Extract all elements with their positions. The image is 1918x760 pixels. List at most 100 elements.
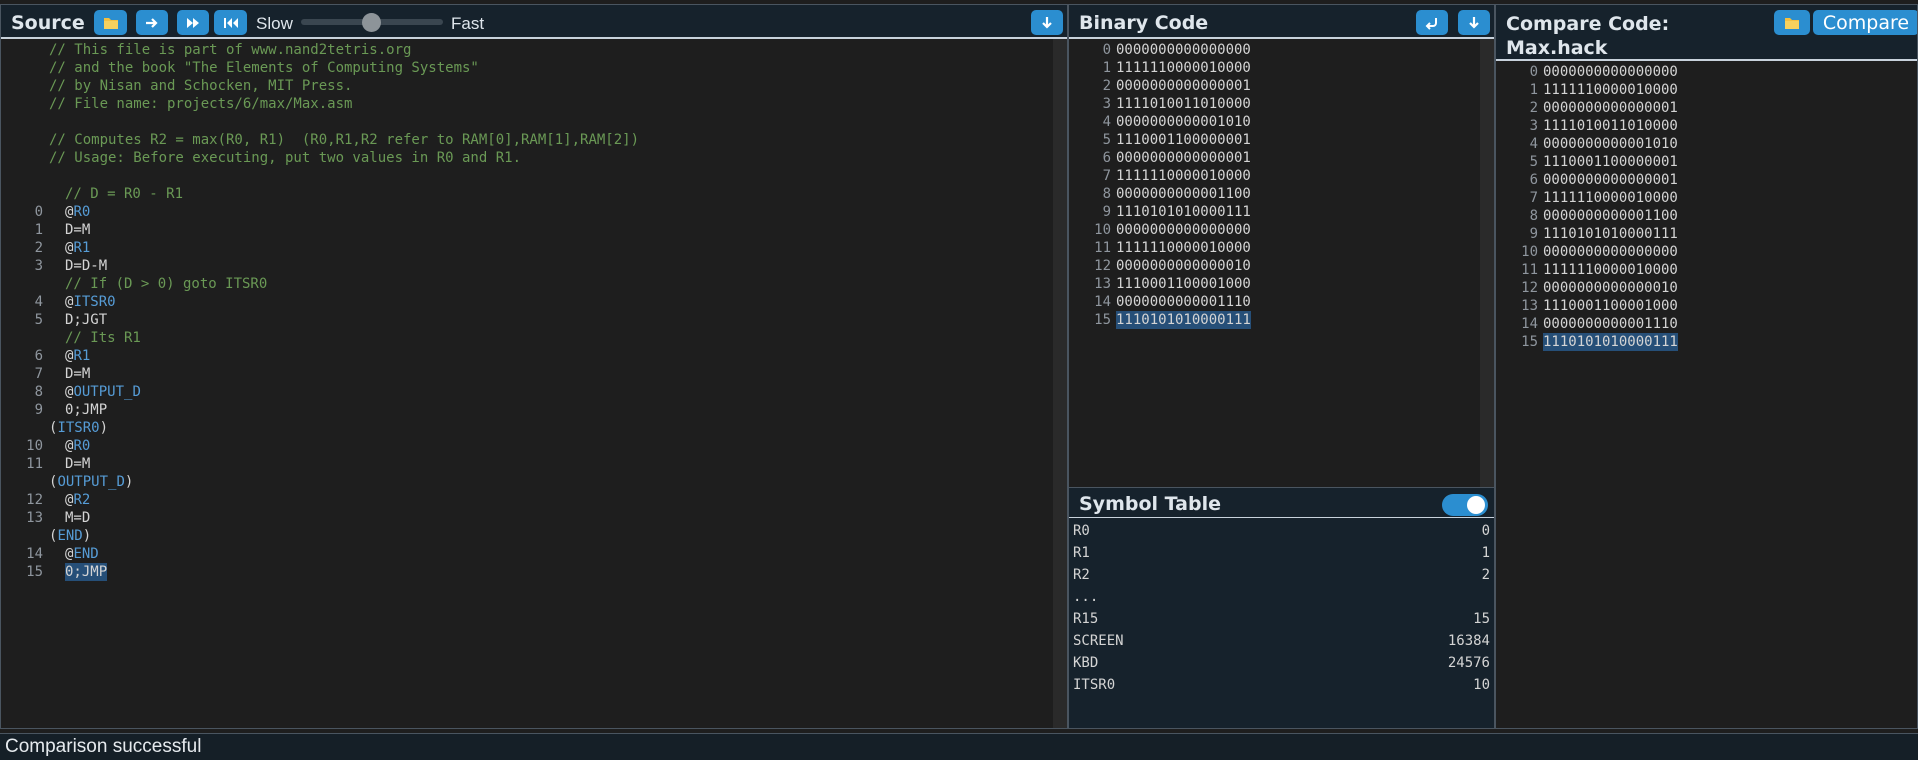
row-number: 3 — [1529, 118, 1538, 134]
row-number: 15 — [1094, 312, 1111, 328]
label-name: OUTPUT_D — [57, 474, 125, 490]
binary-value: 0000000000000010 — [1116, 258, 1251, 274]
source-title: Source — [11, 12, 85, 34]
code-line: 14 @END — [1, 545, 1053, 563]
code-line: 8 @OUTPUT_D — [1, 383, 1053, 401]
code-text: 0;JMP — [65, 402, 108, 418]
symbol-value: 1 — [1481, 545, 1490, 561]
line-number: 3 — [34, 258, 43, 274]
code-line: (END) — [1, 527, 1053, 545]
binary-row: 0 0000000000000000 — [1069, 41, 1480, 59]
binary-row: 3 1111010011010000 — [1496, 117, 1917, 135]
open-file-button[interactable] — [94, 10, 127, 35]
symbol-name: R1 — [1073, 545, 1090, 561]
binary-value: 0000000000001010 — [1116, 114, 1251, 130]
run-button[interactable] — [177, 10, 209, 35]
code-text: @R0 — [65, 437, 90, 455]
row-number: 0 — [1529, 64, 1538, 80]
binary-value: 1110001100000001 — [1116, 132, 1251, 148]
line-number: 7 — [34, 366, 43, 382]
compare-title-line2: Max.hack — [1506, 37, 1608, 59]
reset-button[interactable] — [214, 10, 247, 35]
step-button[interactable] — [136, 10, 168, 35]
code-line: // If (D > 0) goto ITSR0 — [1, 275, 1053, 293]
binary-value: 0000000000000001 — [1116, 150, 1251, 166]
binary-value: 0000000000000001 — [1543, 172, 1678, 188]
code-text: // If (D > 0) goto ITSR0 — [65, 276, 268, 292]
binary-value: 0000000000001100 — [1543, 208, 1678, 224]
speed-slider-thumb[interactable] — [362, 13, 381, 32]
code-text: @OUTPUT_D — [65, 383, 141, 401]
binary-row: 5 1110001100000001 — [1069, 131, 1480, 149]
code-line: 10 @R0 — [1, 437, 1053, 455]
row-number: 10 — [1094, 222, 1111, 238]
binary-download-button[interactable] — [1458, 10, 1490, 35]
binary-row: 6 0000000000000001 — [1069, 149, 1480, 167]
code-line: (ITSR0) — [1, 419, 1053, 437]
code-text: // Usage: Before executing, put two valu… — [49, 150, 522, 166]
binary-value: 1110001100001000 — [1116, 276, 1251, 292]
code-text: @R2 — [65, 491, 90, 509]
binary-scrollbar[interactable] — [1480, 39, 1494, 487]
compare-title: Compare Code: Max.hack — [1506, 12, 1669, 60]
code-text: // Computes R2 = max(R0, R1) (R0,R1,R2 r… — [49, 132, 640, 148]
folder-icon — [1785, 17, 1799, 29]
row-number: 7 — [1529, 190, 1538, 206]
speed-slider[interactable] — [301, 13, 443, 32]
code-line: // File name: projects/6/max/Max.asm — [1, 95, 1053, 113]
binary-value: 1111110000010000 — [1543, 82, 1678, 98]
code-text: // Its R1 — [65, 330, 141, 346]
binary-value: 0000000000000010 — [1543, 280, 1678, 296]
format-button[interactable] — [1416, 10, 1448, 35]
binary-value: 1111110000010000 — [1116, 240, 1251, 256]
row-number: 4 — [1102, 114, 1111, 130]
binary-value: 1110101010000111 — [1116, 311, 1251, 329]
paren-close: ) — [82, 528, 92, 544]
code-text: (OUTPUT_D) — [49, 473, 133, 491]
binary-list: 0 0000000000000000 1 1111110000010000 2 00000… — [1069, 39, 1480, 487]
row-number: 12 — [1094, 258, 1111, 274]
binary-row: 15 1110101010000111 — [1496, 333, 1917, 351]
code-text: @R1 — [65, 239, 90, 257]
symbol-ref: R0 — [73, 438, 91, 454]
code-line: (OUTPUT_D) — [1, 473, 1053, 491]
source-panel: Source Slow Fast // This file is part of… — [0, 4, 1068, 729]
code-line: 1 D=M — [1, 221, 1053, 239]
row-number: 1 — [1529, 82, 1538, 98]
binary-value: 1110001100001000 — [1543, 298, 1678, 314]
symbol-table-list: R0 0 R1 1 R2 2... R15 15 SCREEN 16384 KBD 24576 ITSR… — [1069, 520, 1494, 728]
symbol-row: ITSR0 10 — [1073, 674, 1490, 696]
code-line: // and the book "The Elements of Computi… — [1, 59, 1053, 77]
line-number: 2 — [34, 240, 43, 256]
symbol-row: KBD 24576 — [1073, 652, 1490, 674]
binary-value: 1111010011010000 — [1116, 96, 1251, 112]
symbol-table-toggle[interactable] — [1442, 494, 1488, 516]
binary-value: 0000000000000001 — [1116, 78, 1251, 94]
symbol-ref: R0 — [73, 204, 91, 220]
source-editor[interactable]: // This file is part of www.nand2tetris.… — [1, 39, 1053, 728]
row-number: 8 — [1102, 186, 1111, 202]
binary-row: 3 1111010011010000 — [1069, 95, 1480, 113]
source-scrollbar[interactable] — [1053, 39, 1067, 728]
return-arrow-icon — [1425, 17, 1437, 30]
code-text: D=M — [65, 366, 91, 382]
code-text: 0;JMP — [65, 563, 108, 581]
binary-value: 1110001100000001 — [1543, 154, 1678, 170]
binary-row: 0 0000000000000000 — [1496, 63, 1917, 81]
symbol-name: R15 — [1073, 611, 1099, 627]
symbol-name: ... — [1073, 589, 1099, 605]
source-download-button[interactable] — [1031, 10, 1063, 35]
code-line: 7 D=M — [1, 365, 1053, 383]
symbol-name: R0 — [1073, 523, 1090, 539]
binary-row: 1 1111110000010000 — [1496, 81, 1917, 99]
compare-open-button[interactable] — [1774, 10, 1810, 35]
arrow-down-icon — [1042, 16, 1052, 29]
compare-button[interactable]: Compare — [1813, 10, 1917, 35]
fast-forward-icon — [187, 17, 199, 28]
binary-row: 1 1111110000010000 — [1069, 59, 1480, 77]
code-text: M=D — [65, 510, 91, 526]
symbol-ref: R1 — [73, 240, 91, 256]
symbol-value: 10 — [1473, 677, 1490, 693]
code-text: D=M — [65, 222, 91, 238]
binary-row: 10 0000000000000000 — [1496, 243, 1917, 261]
